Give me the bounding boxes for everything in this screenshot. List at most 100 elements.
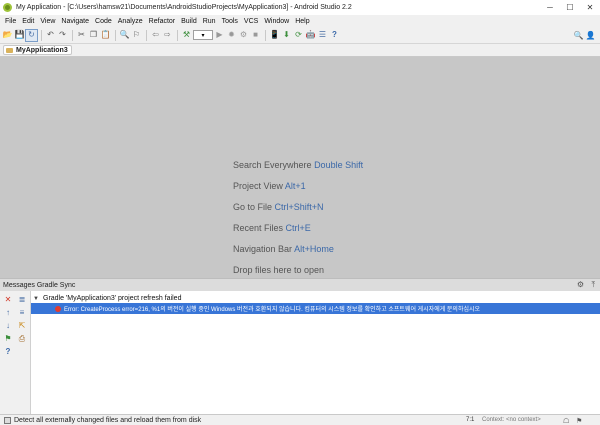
hint-search-everywhere: Search Everywhere Double Shift bbox=[233, 160, 363, 170]
tool-windows-icon[interactable] bbox=[4, 416, 11, 424]
menu-window[interactable]: Window bbox=[261, 18, 292, 25]
menu-vcs[interactable]: VCS bbox=[241, 18, 261, 25]
filter-icon[interactable]: ⚑ bbox=[3, 334, 13, 344]
make-icon[interactable]: ⚒ bbox=[181, 30, 192, 41]
hint-label: Navigation Bar bbox=[233, 244, 293, 254]
minimize-button[interactable]: ─ bbox=[540, 0, 560, 15]
sdk-icon[interactable]: ⬇ bbox=[281, 30, 292, 41]
monitor-icon[interactable]: 🤖 bbox=[305, 30, 316, 41]
main-toolbar: 📂 💾 ↻ ↶ ↷ ✂ ❐ 📋 🔍 ⚐ ⇦ ⇨ ⚒ ▾ ▶ ✹ ⚙ ■ 📱 ⬇ … bbox=[0, 27, 600, 44]
export-icon[interactable]: ⇱ bbox=[17, 321, 27, 331]
caret-position[interactable]: 7:1 bbox=[466, 417, 474, 423]
error-icon bbox=[55, 305, 61, 312]
menu-help[interactable]: Help bbox=[292, 18, 312, 25]
back-icon[interactable]: ⇦ bbox=[150, 30, 161, 41]
context-indicator: Context: <no context> bbox=[482, 417, 541, 423]
open-icon[interactable]: 📂 bbox=[2, 30, 13, 41]
toolbar-separator bbox=[72, 29, 73, 41]
tree-row-label: Gradle 'MyApplication3' project refresh … bbox=[43, 295, 182, 302]
forward-icon[interactable]: ⇨ bbox=[162, 30, 173, 41]
close-button[interactable]: ✕ bbox=[580, 0, 600, 15]
toolbar-separator bbox=[265, 29, 266, 41]
hint-shortcut: Alt+1 bbox=[284, 181, 306, 191]
navigation-bar: MyApplication3 bbox=[0, 44, 600, 57]
hint-shortcut: Alt+Home bbox=[294, 244, 334, 254]
status-bar: Detect all externally changed files and … bbox=[0, 414, 600, 425]
hint-navigation-bar: Navigation Bar Alt+Home bbox=[233, 244, 334, 254]
find-icon[interactable]: 🔍 bbox=[119, 30, 130, 41]
menu-bar: File Edit View Navigate Code Analyze Ref… bbox=[0, 15, 600, 27]
redo-icon[interactable]: ↷ bbox=[57, 30, 68, 41]
toolbar-separator bbox=[146, 29, 147, 41]
collapse-all-icon[interactable]: ≡ bbox=[17, 308, 27, 318]
messages-tree: ▼ Gradle 'MyApplication3' project refres… bbox=[31, 291, 600, 414]
error-message: Error: CreateProcess error=216, %1의 버전이 … bbox=[64, 307, 481, 313]
structure-icon[interactable]: ☰ bbox=[317, 30, 328, 41]
undo-icon[interactable]: ↶ bbox=[45, 30, 56, 41]
paste-icon[interactable]: 📋 bbox=[100, 30, 111, 41]
attach-icon[interactable]: ⚙ bbox=[238, 30, 249, 41]
breadcrumb[interactable]: MyApplication3 bbox=[3, 45, 72, 55]
run-config-dropdown[interactable]: ▾ bbox=[193, 30, 213, 40]
menu-build[interactable]: Build bbox=[178, 18, 200, 25]
toolbar-separator bbox=[41, 29, 42, 41]
menu-run[interactable]: Run bbox=[200, 18, 219, 25]
debug-icon[interactable]: ✹ bbox=[226, 30, 237, 41]
sync-icon[interactable]: ↻ bbox=[25, 28, 38, 42]
menu-edit[interactable]: Edit bbox=[19, 18, 37, 25]
messages-panel-header: Messages Gradle Sync ⚙ ⤒ bbox=[0, 278, 600, 291]
gear-icon[interactable]: ⚙ bbox=[577, 280, 584, 289]
tree-row-error[interactable]: Error: CreateProcess error=216, %1의 버전이 … bbox=[31, 303, 600, 314]
hint-project-view: Project View Alt+1 bbox=[233, 181, 306, 191]
breadcrumb-project: MyApplication3 bbox=[16, 46, 68, 54]
hint-recent-files: Recent Files Ctrl+E bbox=[233, 223, 311, 233]
window-controls: ─ ☐ ✕ bbox=[540, 0, 600, 15]
menu-navigate[interactable]: Navigate bbox=[58, 18, 92, 25]
prev-icon[interactable]: ↑ bbox=[3, 308, 13, 318]
toolbar-separator bbox=[115, 29, 116, 41]
lock-icon[interactable]: ☖ bbox=[563, 417, 569, 425]
gradle-sync-icon[interactable]: ⟳ bbox=[293, 30, 304, 41]
messages-panel-sidebar: ✕ ≣ ↑ ≡ ↓ ⇱ ⚑ ⎙ ? bbox=[0, 291, 31, 414]
expand-all-icon[interactable]: ≣ bbox=[17, 295, 27, 305]
menu-tools[interactable]: Tools bbox=[219, 18, 241, 25]
next-icon[interactable]: ↓ bbox=[3, 321, 13, 331]
copy-icon[interactable]: ❐ bbox=[88, 30, 99, 41]
menu-view[interactable]: View bbox=[37, 18, 58, 25]
help-icon[interactable]: ? bbox=[3, 347, 13, 357]
collapse-toggle-icon[interactable]: ▼ bbox=[33, 296, 41, 302]
replace-icon[interactable]: ⚐ bbox=[131, 30, 142, 41]
hint-go-to-file: Go to File Ctrl+Shift+N bbox=[233, 202, 324, 212]
toolbar-separator bbox=[177, 29, 178, 41]
search-everywhere-icon[interactable]: 🔍 bbox=[573, 30, 584, 41]
help-icon[interactable]: ? bbox=[329, 30, 340, 41]
cut-icon[interactable]: ✂ bbox=[76, 30, 87, 41]
editor-empty-area[interactable]: Search Everywhere Double Shift Project V… bbox=[0, 57, 600, 278]
hint-label: Search Everywhere bbox=[233, 160, 312, 170]
status-message: Detect all externally changed files and … bbox=[14, 416, 202, 424]
menu-refactor[interactable]: Refactor bbox=[146, 18, 178, 25]
hint-label: Recent Files bbox=[233, 223, 284, 233]
title-bar: My Application - [C:\Users\hamsw21\Docum… bbox=[0, 0, 600, 15]
messages-panel-title: Messages Gradle Sync bbox=[3, 281, 76, 289]
folder-icon bbox=[6, 47, 13, 53]
close-icon[interactable]: ✕ bbox=[3, 295, 13, 305]
stop-icon[interactable]: ■ bbox=[250, 30, 261, 41]
event-log-icon[interactable]: ⚑ bbox=[576, 417, 582, 425]
print-icon[interactable]: ⎙ bbox=[17, 334, 27, 344]
maximize-button[interactable]: ☐ bbox=[560, 0, 580, 15]
hide-panel-icon[interactable]: ⤒ bbox=[591, 280, 595, 290]
hint-drop-files: Drop files here to open bbox=[233, 265, 324, 275]
menu-code[interactable]: Code bbox=[92, 18, 115, 25]
menu-analyze[interactable]: Analyze bbox=[115, 18, 146, 25]
menu-file[interactable]: File bbox=[2, 18, 19, 25]
hint-shortcut: Ctrl+Shift+N bbox=[274, 202, 324, 212]
run-icon[interactable]: ▶ bbox=[214, 30, 225, 41]
avd-icon[interactable]: 📱 bbox=[269, 30, 280, 41]
hint-shortcut: Double Shift bbox=[314, 160, 364, 170]
save-icon[interactable]: 💾 bbox=[14, 30, 25, 41]
toolbar-right: 🔍 👤 bbox=[573, 30, 597, 41]
hint-shortcut: Ctrl+E bbox=[285, 223, 311, 233]
hint-label: Project View bbox=[233, 181, 283, 191]
user-icon[interactable]: 👤 bbox=[585, 30, 596, 41]
